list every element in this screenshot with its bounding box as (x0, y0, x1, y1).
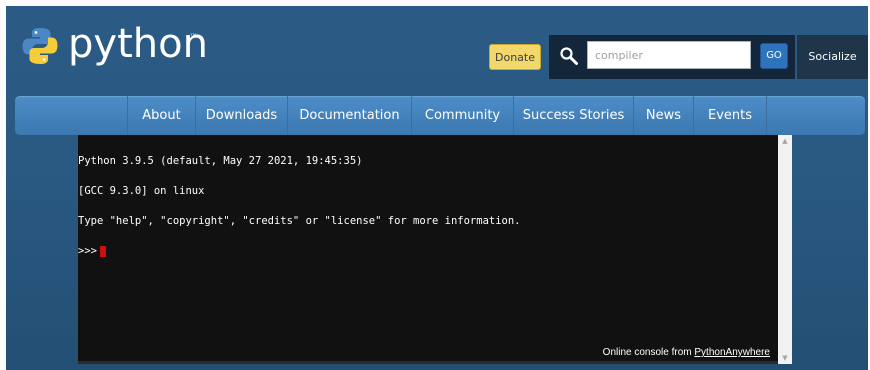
console-line: Python 3.9.5 (default, May 27 2021, 19:4… (78, 155, 363, 167)
console-scrollbar[interactable]: ▲ ▼ (778, 135, 792, 364)
search-input[interactable] (587, 41, 751, 69)
trademark-symbol: ™ (189, 33, 198, 43)
nav-item-downloads[interactable]: Downloads (195, 96, 287, 135)
console-prompt-row[interactable]: >>> (78, 246, 778, 258)
scroll-down-arrow-icon[interactable]: ▼ (778, 352, 792, 364)
nav-item-news[interactable]: News (633, 96, 693, 135)
nav-item-community[interactable]: Community (411, 96, 513, 135)
go-button[interactable]: GO (760, 43, 788, 69)
console-prompt: >>> (78, 245, 97, 257)
nav-item-events[interactable]: Events (693, 96, 767, 135)
console-bottom-border (78, 361, 778, 364)
pythonanywhere-link[interactable]: PythonAnywhere (694, 347, 770, 358)
nav-item-about[interactable]: About (127, 96, 195, 135)
scroll-up-arrow-icon[interactable]: ▲ (778, 135, 792, 147)
console-line: Type "help", "copyright", "credits" or "… (78, 215, 521, 227)
console-output: Python 3.9.5 (default, May 27 2021, 19:4… (78, 135, 778, 278)
text-cursor (99, 246, 106, 257)
python-logo-icon[interactable] (20, 26, 60, 66)
console-credit: Online console from PythonAnywhere (603, 347, 770, 358)
main-nav: About Downloads Documentation Community … (15, 96, 865, 135)
socialize-button[interactable]: Socialize (797, 35, 868, 79)
console-line: [GCC 9.3.0] on linux (78, 185, 205, 197)
nav-item-documentation[interactable]: Documentation (287, 96, 411, 135)
nav-item-success-stories[interactable]: Success Stories (513, 96, 633, 135)
python-wordmark[interactable]: python (68, 20, 208, 68)
page-frame: python ™ Donate GO Socialize About Downl… (6, 6, 868, 370)
magnifier-icon (560, 47, 578, 65)
donate-button[interactable]: Donate (489, 44, 541, 70)
credit-text: Online console from (602, 347, 695, 358)
search-bar: GO (549, 35, 795, 79)
python-console[interactable]: Python 3.9.5 (default, May 27 2021, 19:4… (78, 135, 792, 364)
